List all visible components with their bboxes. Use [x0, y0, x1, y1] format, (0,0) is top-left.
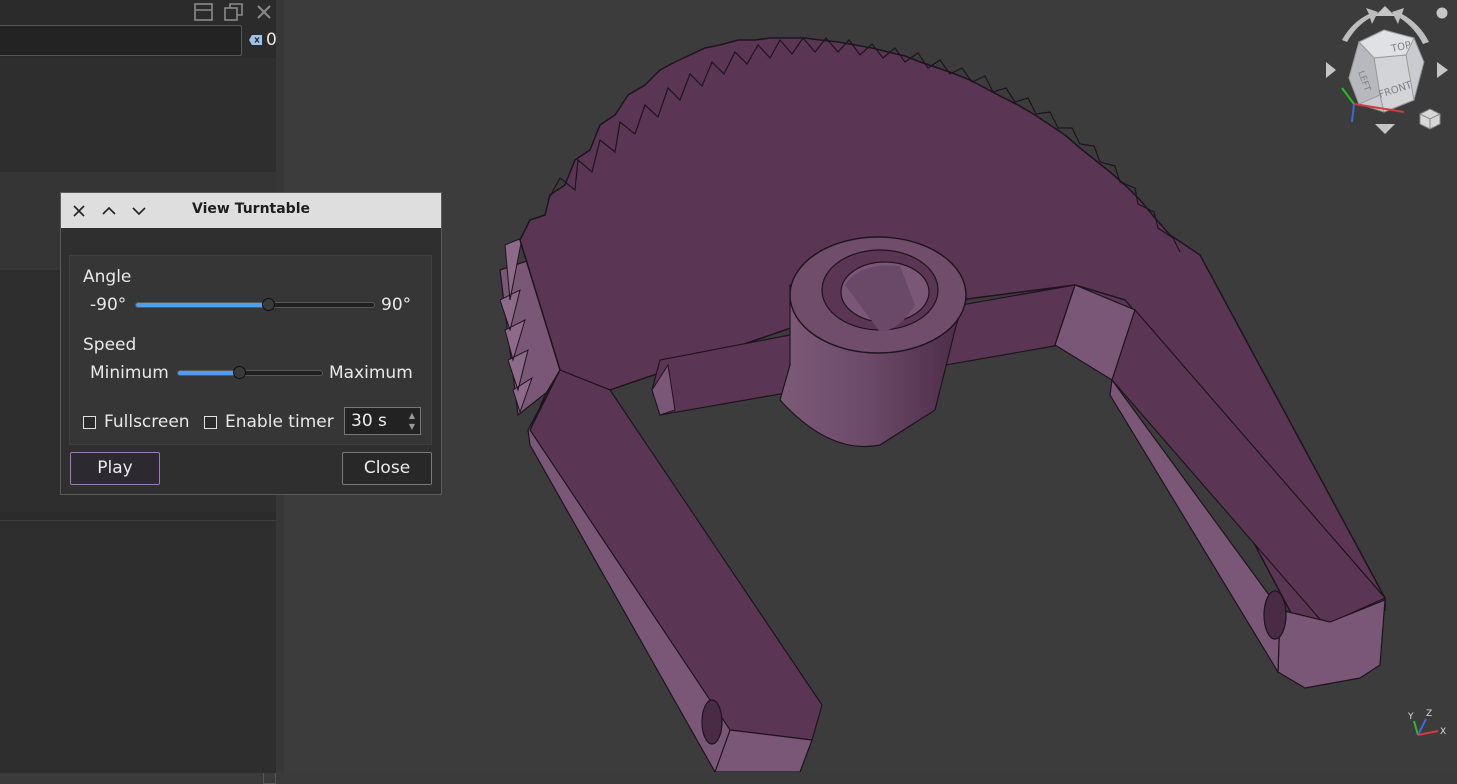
enable-timer-label[interactable]: Enable timer: [225, 412, 334, 432]
speed-max-label: Maximum: [329, 363, 413, 383]
timer-value: 30 s: [351, 411, 387, 431]
axis-indicator: Y Z X: [1407, 709, 1446, 737]
axis-z-label: Z: [1426, 709, 1432, 719]
spinbox-arrows[interactable]: ▲ ▼: [406, 410, 418, 432]
view-up-arrow[interactable]: [1375, 6, 1395, 16]
speed-label: Speed: [83, 335, 137, 355]
view-down-arrow[interactable]: [1375, 124, 1395, 134]
navigation-cube[interactable]: TOP LEFT FRONT: [1314, 0, 1457, 140]
close-panel-icon[interactable]: [253, 1, 275, 23]
axis-y-label: Y: [1407, 712, 1414, 722]
dialog-titlebar[interactable]: View Turntable: [61, 193, 441, 228]
model-tree[interactable]: [0, 58, 276, 172]
dialog-title: View Turntable: [192, 201, 310, 217]
angle-min-label: -90°: [90, 295, 127, 315]
view-turntable-dialog: View Turntable Angle -90° 90° Speed Mini…: [60, 192, 442, 495]
spin-up-icon[interactable]: ▲: [406, 410, 418, 421]
panel-titlebar: [0, 0, 278, 24]
axis-x-label: X: [1440, 727, 1446, 737]
fullscreen-label[interactable]: Fullscreen: [104, 412, 190, 432]
report-view[interactable]: [0, 520, 276, 773]
speed-slider-handle[interactable]: [233, 366, 246, 379]
enable-timer-checkbox[interactable]: [204, 416, 217, 429]
cube-axis-z-icon: [1351, 103, 1355, 123]
float-panel-icon[interactable]: [193, 1, 215, 23]
close-button[interactable]: Close: [342, 452, 432, 485]
timer-spinbox[interactable]: 30 s ▲ ▼: [344, 407, 421, 435]
gear-model[interactable]: [284, 0, 1457, 772]
filter-input[interactable]: [0, 25, 242, 56]
clear-filter-icon[interactable]: [249, 35, 262, 45]
view-home-cube-icon[interactable]: [1419, 108, 1441, 130]
3d-viewport[interactable]: TOP LEFT FRONT Y Z X: [284, 0, 1457, 772]
play-button[interactable]: Play: [70, 452, 160, 485]
spin-down-icon[interactable]: ▼: [406, 421, 418, 432]
view-left-arrow[interactable]: [1326, 62, 1336, 78]
angle-max-label: 90°: [381, 295, 412, 315]
filter-counter: 0: [249, 30, 277, 50]
fullscreen-checkbox[interactable]: [83, 416, 96, 429]
view-menu-icon[interactable]: [1436, 7, 1448, 19]
angle-slider-handle[interactable]: [262, 298, 275, 311]
speed-slider-fill: [178, 371, 239, 375]
undock-panel-icon[interactable]: [223, 1, 245, 23]
speed-min-label: Minimum: [90, 363, 169, 383]
view-right-arrow[interactable]: [1437, 62, 1448, 78]
nav-cube-body[interactable]: TOP LEFT FRONT: [1348, 29, 1425, 113]
cube-axis-y-icon: [1341, 87, 1355, 105]
angle-label: Angle: [83, 267, 132, 287]
angle-slider-fill: [136, 303, 268, 307]
